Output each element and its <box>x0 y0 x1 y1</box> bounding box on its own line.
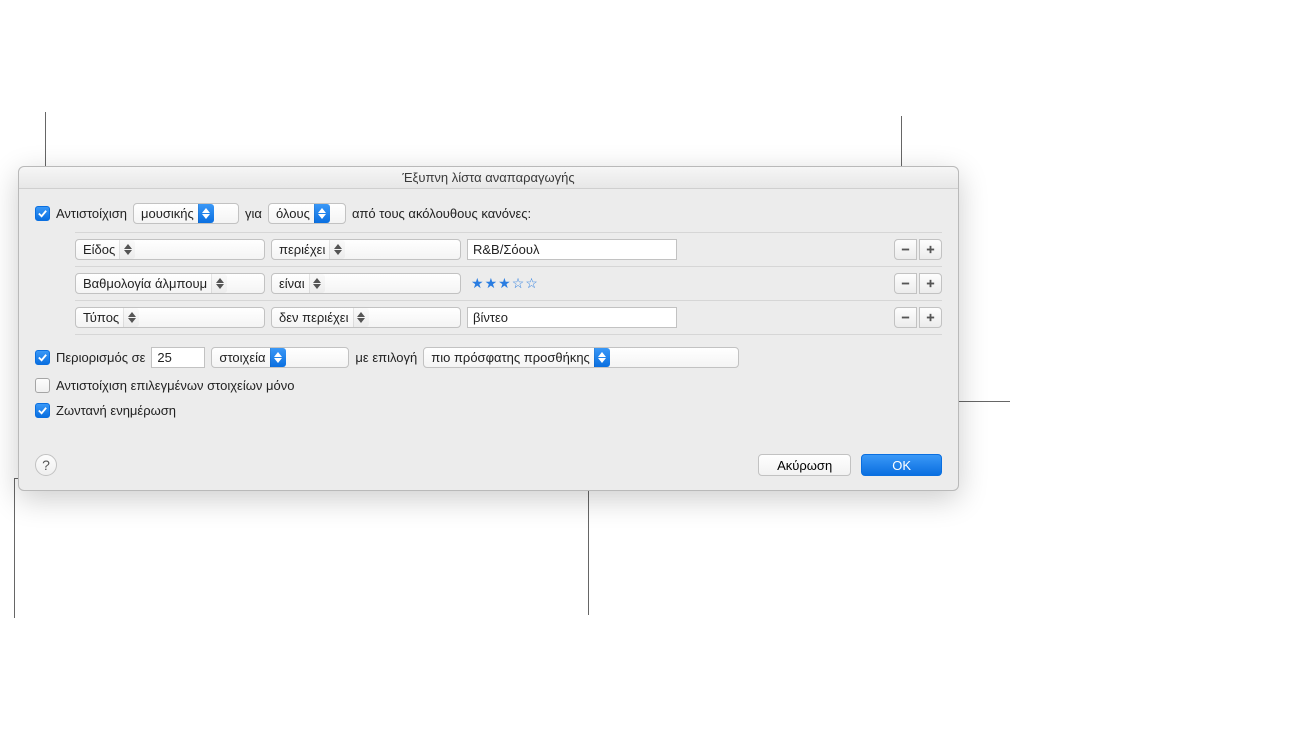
stepper-icon <box>119 240 135 259</box>
cancel-button[interactable]: Ακύρωση <box>758 454 851 476</box>
rule-value-input[interactable] <box>467 307 677 328</box>
rule-pm-group <box>894 239 942 260</box>
rule-stars[interactable] <box>467 275 538 292</box>
rule-field-select[interactable]: Τύπος <box>75 307 265 328</box>
match-selected-only-label: Αντιστοίχιση επιλεγμένων στοιχείων μόνο <box>56 378 294 393</box>
rule-operator-select[interactable]: είναι <box>271 273 461 294</box>
match-checkbox[interactable] <box>35 206 50 221</box>
stepper-icon <box>309 274 325 293</box>
match-media-select[interactable]: μουσικής <box>133 203 239 224</box>
limit-label-mid: με επιλογή <box>355 350 417 365</box>
minus-icon <box>900 244 911 255</box>
add-rule-button[interactable] <box>919 239 942 260</box>
match-label-post: από τους ακόλουθους κανόνες: <box>352 206 531 221</box>
select-value: Βαθμολογία άλμπουμ <box>83 276 211 291</box>
rule-field-select[interactable]: Είδος <box>75 239 265 260</box>
remove-rule-button[interactable] <box>894 239 917 260</box>
rule-operator-select[interactable]: περιέχει <box>271 239 461 260</box>
rule-pm-group <box>894 307 942 328</box>
match-label-mid: για <box>245 206 262 221</box>
rule-value <box>467 239 677 260</box>
match-selected-only-row: Αντιστοίχιση επιλεγμένων στοιχείων μόνο <box>35 378 942 393</box>
limit-selection-select[interactable]: πιο πρόσφατης προσθήκης <box>423 347 739 368</box>
rule-row: Είδος περιέχει <box>75 233 942 267</box>
stepper-icon <box>353 308 369 327</box>
select-value: Είδος <box>83 242 119 257</box>
plus-icon <box>925 312 936 323</box>
dialog-content: Αντιστοίχιση μουσικής για όλους από τους… <box>19 189 958 432</box>
checkmark-icon <box>37 208 48 219</box>
remove-rule-button[interactable] <box>894 273 917 294</box>
select-value: δεν περιέχει <box>279 310 353 325</box>
limit-value-input[interactable] <box>151 347 205 368</box>
stepper-icon <box>594 348 610 367</box>
select-value: στοιχεία <box>219 350 269 365</box>
live-update-checkbox[interactable] <box>35 403 50 418</box>
limit-row: Περιορισμός σε στοιχεία με επιλογή πιο π… <box>35 347 942 368</box>
stepper-icon <box>270 348 286 367</box>
plus-icon <box>925 244 936 255</box>
ok-button[interactable]: OK <box>861 454 942 476</box>
stepper-icon <box>211 274 227 293</box>
minus-icon <box>900 312 911 323</box>
checkmark-icon <box>37 405 48 416</box>
star-icon[interactable] <box>512 275 525 292</box>
minus-icon <box>900 278 911 289</box>
remove-rule-button[interactable] <box>894 307 917 328</box>
stepper-icon <box>123 308 139 327</box>
live-update-row: Ζωντανή ενημέρωση <box>35 403 942 418</box>
stepper-icon <box>314 204 330 223</box>
star-icon[interactable] <box>485 275 498 292</box>
stepper-icon <box>198 204 214 223</box>
star-icon[interactable] <box>498 275 511 292</box>
match-row: Αντιστοίχιση μουσικής για όλους από τους… <box>35 203 942 224</box>
rule-value <box>467 307 677 328</box>
dialog-title: Έξυπνη λίστα αναπαραγωγής <box>19 167 958 189</box>
dialog-footer: ? Ακύρωση OK <box>19 432 958 490</box>
select-value: πιο πρόσφατης προσθήκης <box>431 350 594 365</box>
select-value: Τύπος <box>83 310 123 325</box>
add-rule-button[interactable] <box>919 307 942 328</box>
rule-value <box>467 275 677 292</box>
checkmark-icon <box>37 352 48 363</box>
limit-unit-select[interactable]: στοιχεία <box>211 347 349 368</box>
add-rule-button[interactable] <box>919 273 942 294</box>
rule-row: Τύπος δεν περιέχει <box>75 301 942 335</box>
rule-field-select[interactable]: Βαθμολογία άλμπουμ <box>75 273 265 294</box>
rules-list: Είδος περιέχει Βαθμολογία άλμπουμ είναι Τύπο… <box>75 232 942 335</box>
rule-operator-select[interactable]: δεν περιέχει <box>271 307 461 328</box>
stepper-icon <box>329 240 345 259</box>
star-icon[interactable] <box>525 275 538 292</box>
match-scope-select[interactable]: όλους <box>268 203 346 224</box>
match-selected-only-checkbox[interactable] <box>35 378 50 393</box>
star-icon[interactable] <box>471 275 484 292</box>
rule-pm-group <box>894 273 942 294</box>
select-value: μουσικής <box>141 206 198 221</box>
plus-icon <box>925 278 936 289</box>
limit-label-pre: Περιορισμός σε <box>56 350 145 365</box>
rule-value-input[interactable] <box>467 239 677 260</box>
select-value: είναι <box>279 276 309 291</box>
help-icon: ? <box>42 457 50 473</box>
smart-playlist-dialog: Έξυπνη λίστα αναπαραγωγής Αντιστοίχιση μ… <box>18 166 959 491</box>
limit-checkbox[interactable] <box>35 350 50 365</box>
select-value: περιέχει <box>279 242 329 257</box>
select-value: όλους <box>276 206 314 221</box>
help-button[interactable]: ? <box>35 454 57 476</box>
callout-line <box>14 478 15 618</box>
rule-row: Βαθμολογία άλμπουμ είναι <box>75 267 942 301</box>
match-label-pre: Αντιστοίχιση <box>56 206 127 221</box>
live-update-label: Ζωντανή ενημέρωση <box>56 403 176 418</box>
